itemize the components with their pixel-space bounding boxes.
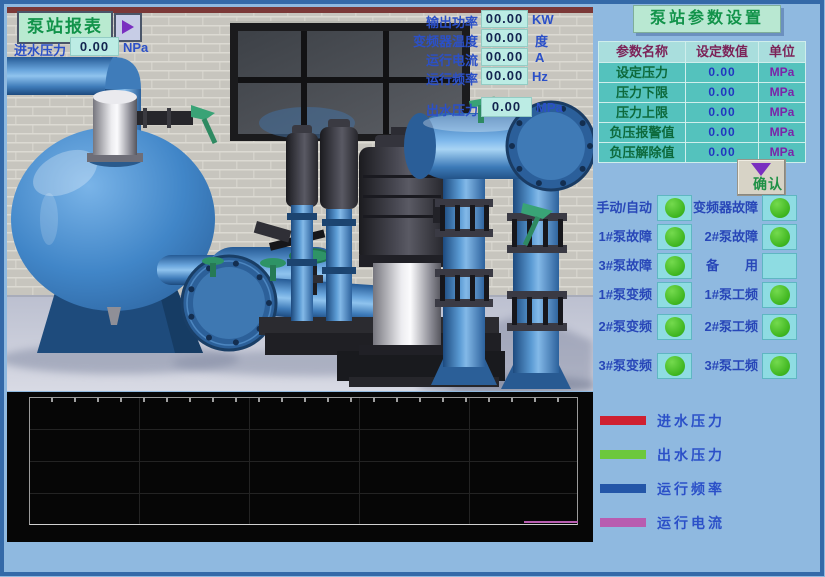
legend-swatch-run-current (600, 518, 646, 527)
lamp-box-pump2-mains (762, 314, 797, 340)
status-label-pump2-vfd: 2#泵变频 (560, 314, 652, 340)
run-frequency-value: 00.00 (481, 67, 528, 85)
output-power-unit: KW (532, 12, 554, 27)
status-lamp (770, 285, 790, 305)
param-unit: MPa (759, 103, 805, 122)
status-label-spare: 备 用 (666, 253, 758, 279)
status-label-pump1-mains: 1#泵工频 (666, 282, 758, 308)
param-name: 压力上限 (599, 103, 685, 122)
param-name: 设定压力 (599, 63, 685, 82)
status-label-pump3-mains: 3#泵工频 (666, 353, 758, 379)
col-header-value: 设定数值 (686, 42, 758, 62)
param-name: 负压报警值 (599, 123, 685, 142)
status-lamp (770, 227, 790, 247)
trend-plot-area (29, 397, 578, 525)
legend-label-outlet-pressure: 出水压力 (657, 446, 725, 464)
status-label-pump2-mains: 2#泵工频 (666, 314, 758, 340)
parameter-table: 参数名称 设定数值 单位 设定压力 0.00 MPa 压力下限 0.00 MPa… (598, 41, 806, 163)
status-label-pump1-vfd: 1#泵变频 (560, 282, 652, 308)
param-value-input[interactable]: 0.00 (686, 83, 758, 102)
outlet-pressure-unit: MPa (536, 100, 563, 115)
legend-swatch-inlet-pressure (600, 416, 646, 425)
status-lamp (770, 198, 790, 218)
status-label-pump3-vfd: 3#泵变频 (560, 353, 652, 379)
hmi-page: 泵站报表 进水压力 0.00 NPa 输出功率 00.00 KW 变频器温度 0… (0, 0, 825, 577)
lamp-box-pump1-mains (762, 282, 797, 308)
inlet-pressure-label: 进水压力 (14, 40, 66, 59)
output-power-value: 00.00 (481, 10, 528, 28)
run-current-value: 00.00 (481, 48, 528, 66)
inverter-temp-unit: 度 (535, 31, 548, 50)
legend-label-inlet-pressure: 进水压力 (657, 412, 725, 430)
param-unit: MPa (759, 63, 805, 82)
run-current-unit: A (535, 50, 544, 65)
col-header-name: 参数名称 (599, 42, 685, 62)
status-lamp (770, 356, 790, 376)
lamp-box-inverter-fault (762, 195, 797, 221)
status-label-inverter-fault: 变频器故障 (666, 195, 758, 221)
outlet-pressure-label: 出水压力 (424, 100, 478, 119)
col-header-unit: 单位 (759, 42, 805, 62)
status-lamp (770, 317, 790, 337)
run-current-trace (524, 521, 578, 523)
play-icon (122, 20, 134, 34)
status-label-pump2-fault: 2#泵故障 (666, 224, 758, 250)
inverter-temp-label: 变频器温度 (390, 31, 478, 50)
outlet-pressure-value: 0.00 (481, 97, 532, 117)
output-power-label: 输出功率 (390, 12, 478, 31)
param-name: 压力下限 (599, 83, 685, 102)
param-unit: MPa (759, 123, 805, 142)
trend-chart (7, 392, 593, 542)
legend-swatch-run-frequency (600, 484, 646, 493)
status-label-manual-auto: 手动/自动 (560, 195, 652, 221)
status-label-pump3-fault: 3#泵故障 (560, 253, 652, 279)
legend-label-run-frequency: 运行频率 (657, 480, 725, 498)
axis-ticks (30, 398, 577, 402)
legend-label-run-current: 运行电流 (657, 514, 725, 532)
run-frequency-label: 运行频率 (390, 69, 478, 88)
param-unit: MPa (759, 83, 805, 102)
param-value-input[interactable]: 0.00 (686, 103, 758, 122)
confirm-button-label: 确认 (753, 174, 783, 194)
confirm-button[interactable]: 确认 (737, 159, 786, 196)
inverter-temp-value: 00.00 (481, 29, 528, 47)
lamp-box-spare (762, 253, 797, 279)
run-frequency-unit: Hz (532, 69, 548, 84)
param-value-input[interactable]: 0.00 (686, 63, 758, 82)
run-current-label: 运行电流 (390, 50, 478, 69)
lamp-box-pump2-fault (762, 224, 797, 250)
status-label-pump1-fault: 1#泵故障 (560, 224, 652, 250)
inlet-pressure-value: 0.00 (70, 37, 119, 56)
legend-swatch-outlet-pressure (600, 450, 646, 459)
inlet-pressure-unit: NPa (123, 40, 148, 55)
lamp-box-pump3-mains (762, 353, 797, 379)
param-name: 负压解除值 (599, 143, 685, 162)
settings-panel-title: 泵站参数设置 (633, 5, 781, 33)
param-value-input[interactable]: 0.00 (686, 123, 758, 142)
